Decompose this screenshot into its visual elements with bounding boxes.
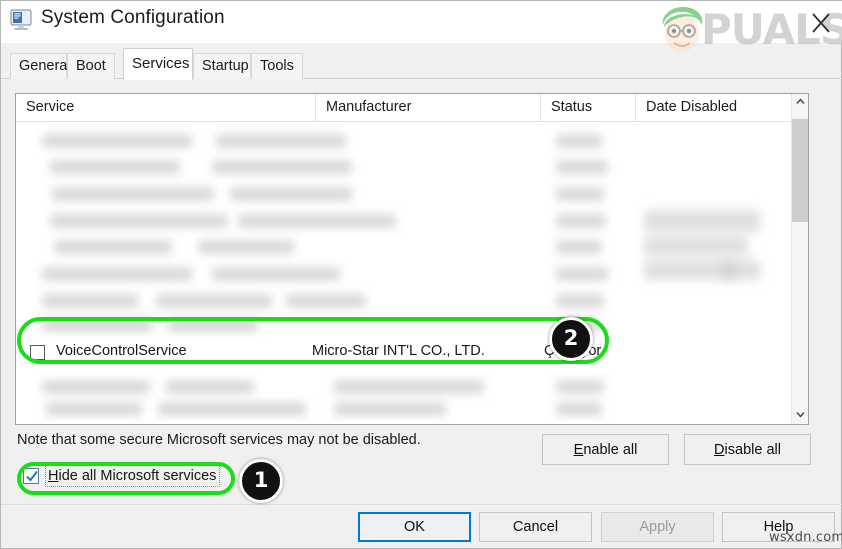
tab-strip: General Boot Services Startup Tools	[1, 47, 842, 80]
blurred-row-text	[212, 160, 352, 174]
monitor-config-icon	[9, 8, 35, 32]
chevron-down-icon[interactable]	[792, 407, 808, 424]
disable-all-label: isable all	[724, 441, 781, 458]
services-list-scrollbar[interactable]	[791, 94, 808, 424]
tab-general[interactable]: General	[10, 53, 71, 79]
service-row-checkbox[interactable]	[30, 345, 45, 360]
services-list-header: Service Manufacturer Status Date Disable…	[16, 94, 808, 122]
blurred-row-text	[42, 294, 138, 308]
scrollbar-thumb[interactable]	[792, 119, 808, 222]
blurred-row-text	[212, 267, 340, 281]
blurred-row-text	[42, 267, 192, 281]
blurred-date-block	[722, 260, 760, 280]
tab-tools[interactable]: Tools	[251, 53, 303, 79]
blurred-row-text	[556, 402, 602, 416]
title-bar: System Configuration PUALS	[1, 1, 842, 54]
blurred-row-text	[46, 402, 142, 416]
manufacturer-cell: Micro-Star INT'L CO., LTD.	[312, 343, 485, 359]
cancel-button[interactable]: Cancel	[479, 512, 592, 542]
annotation-badge-1: 1	[239, 459, 283, 503]
table-row[interactable]: VoiceControlService Micro-Star INT'L CO.…	[16, 336, 791, 370]
blurred-row-text	[50, 160, 180, 174]
checkbox-box[interactable]	[23, 468, 39, 484]
blurred-row-text	[556, 187, 604, 201]
blurred-row-text	[42, 380, 150, 394]
blurred-row-text	[556, 294, 604, 308]
blurred-row-text	[158, 402, 306, 416]
status-cell: Çalışıyor	[544, 343, 602, 359]
disable-all-button[interactable]: Disable all	[684, 434, 811, 465]
enable-all-label: nable all	[583, 441, 638, 458]
close-icon[interactable]	[805, 6, 837, 36]
blurred-date-block	[644, 236, 748, 256]
blurred-row-text	[42, 318, 152, 332]
blurred-row-text	[334, 380, 484, 394]
blurred-row-text	[556, 318, 600, 332]
blurred-row-text	[42, 134, 192, 148]
hide-all-microsoft-services-label[interactable]: Hide all Microsoft services	[45, 465, 221, 487]
ok-button[interactable]: OK	[358, 512, 471, 542]
service-name-cell: VoiceControlService	[56, 343, 187, 359]
blurred-row-text	[166, 380, 254, 394]
chevron-up-icon[interactable]	[792, 94, 808, 111]
column-header-status[interactable]: Status	[541, 94, 636, 121]
column-header-date-disabled[interactable]: Date Disabled	[636, 94, 791, 121]
tab-startup[interactable]: Startup	[193, 53, 251, 79]
enable-all-button[interactable]: Enable all	[542, 434, 669, 465]
blurred-row-text	[556, 267, 608, 281]
hide-all-microsoft-services-text: ide all Microsoft services	[58, 468, 217, 484]
accelerator-letter: D	[714, 441, 725, 458]
apply-button: Apply	[601, 512, 714, 542]
blurred-row-text	[168, 318, 258, 332]
blurred-row-text	[556, 380, 604, 394]
blurred-row-text	[156, 294, 272, 308]
page-title: System Configuration	[41, 7, 225, 28]
blurred-row-text	[556, 214, 606, 228]
column-header-manufacturer[interactable]: Manufacturer	[316, 94, 541, 121]
system-configuration-window: System Configuration PUALS General Boot …	[0, 0, 842, 549]
tab-boot[interactable]: Boot	[67, 53, 115, 79]
column-header-service[interactable]: Service	[16, 94, 316, 121]
blurred-row-text	[54, 240, 172, 254]
blurred-date-block	[644, 210, 760, 232]
blurred-row-text	[216, 134, 346, 148]
blurred-row-text	[52, 187, 214, 201]
blurred-row-text	[556, 240, 602, 254]
help-button[interactable]: Help	[722, 512, 835, 542]
blurred-row-text	[50, 214, 228, 228]
services-list-body[interactable]: VoiceControlService Micro-Star INT'L CO.…	[16, 122, 791, 424]
blurred-row-text	[238, 214, 396, 228]
blurred-row-text	[198, 240, 294, 254]
blurred-row-text	[556, 134, 602, 148]
accelerator-letter: E	[573, 441, 584, 458]
blurred-row-text	[286, 294, 366, 308]
tab-services[interactable]: Services	[123, 48, 193, 80]
accelerator-letter: H	[48, 468, 59, 484]
footer-divider	[1, 504, 842, 505]
blurred-row-text	[230, 187, 352, 201]
blurred-row-text	[334, 402, 446, 416]
services-list: Service Manufacturer Status Date Disable…	[15, 93, 809, 425]
secure-services-note: Note that some secure Microsoft services…	[17, 432, 421, 448]
blurred-row-text	[556, 160, 608, 174]
